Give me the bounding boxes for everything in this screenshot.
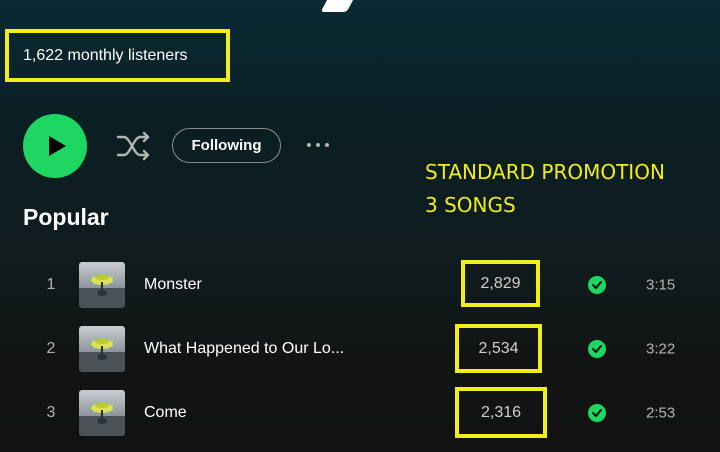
more-options-button[interactable] [300, 131, 336, 159]
play-count-highlight: 2,534 [455, 324, 542, 373]
track-title[interactable]: Come [144, 404, 187, 422]
shuffle-button[interactable] [114, 129, 154, 163]
track-duration: 3:15 [646, 276, 676, 294]
track-number: 3 [46, 404, 56, 421]
shuffle-icon [116, 131, 150, 161]
artist-name-fragment [320, 0, 358, 12]
monthly-listeners: 1,622 monthly listeners [23, 46, 188, 64]
more-options-icon [307, 143, 311, 147]
saved-check-icon[interactable] [588, 404, 606, 422]
play-count: 2,534 [478, 339, 519, 357]
following-button[interactable]: Following [172, 128, 281, 163]
promo-annotation-line1: STANDARD PROMOTION [425, 160, 665, 184]
more-options-dot [316, 143, 320, 147]
popular-section-title: Popular [23, 204, 109, 230]
saved-check-icon[interactable] [588, 340, 606, 358]
track-duration: 3:22 [646, 340, 676, 358]
play-count-highlight: 2,829 [461, 260, 540, 307]
promo-annotation-line2: 3 SONGS [425, 193, 516, 217]
track-title[interactable]: Monster [144, 276, 202, 294]
track-number: 2 [46, 340, 56, 357]
track-number: 1 [46, 276, 56, 293]
play-icon [48, 136, 66, 156]
track-row[interactable]: 2 What Happened to Our Lo... 2,534 3:22 [0, 318, 720, 380]
album-cover [79, 326, 125, 372]
track-duration: 2:53 [646, 404, 676, 422]
album-cover [79, 262, 125, 308]
play-count-highlight: 2,316 [455, 387, 547, 438]
play-count: 2,316 [480, 403, 522, 421]
track-title[interactable]: What Happened to Our Lo... [144, 340, 344, 358]
play-button[interactable] [23, 114, 87, 178]
more-options-dot [325, 143, 329, 147]
album-cover [79, 390, 125, 436]
track-row[interactable]: 3 Come 2,316 2:53 [0, 382, 720, 444]
monthly-listeners-highlight: 1,622 monthly listeners [5, 29, 230, 82]
saved-check-icon[interactable] [588, 276, 606, 294]
play-count: 2,829 [480, 274, 521, 292]
track-row[interactable]: 1 Monster 2,829 3:15 [0, 254, 720, 316]
